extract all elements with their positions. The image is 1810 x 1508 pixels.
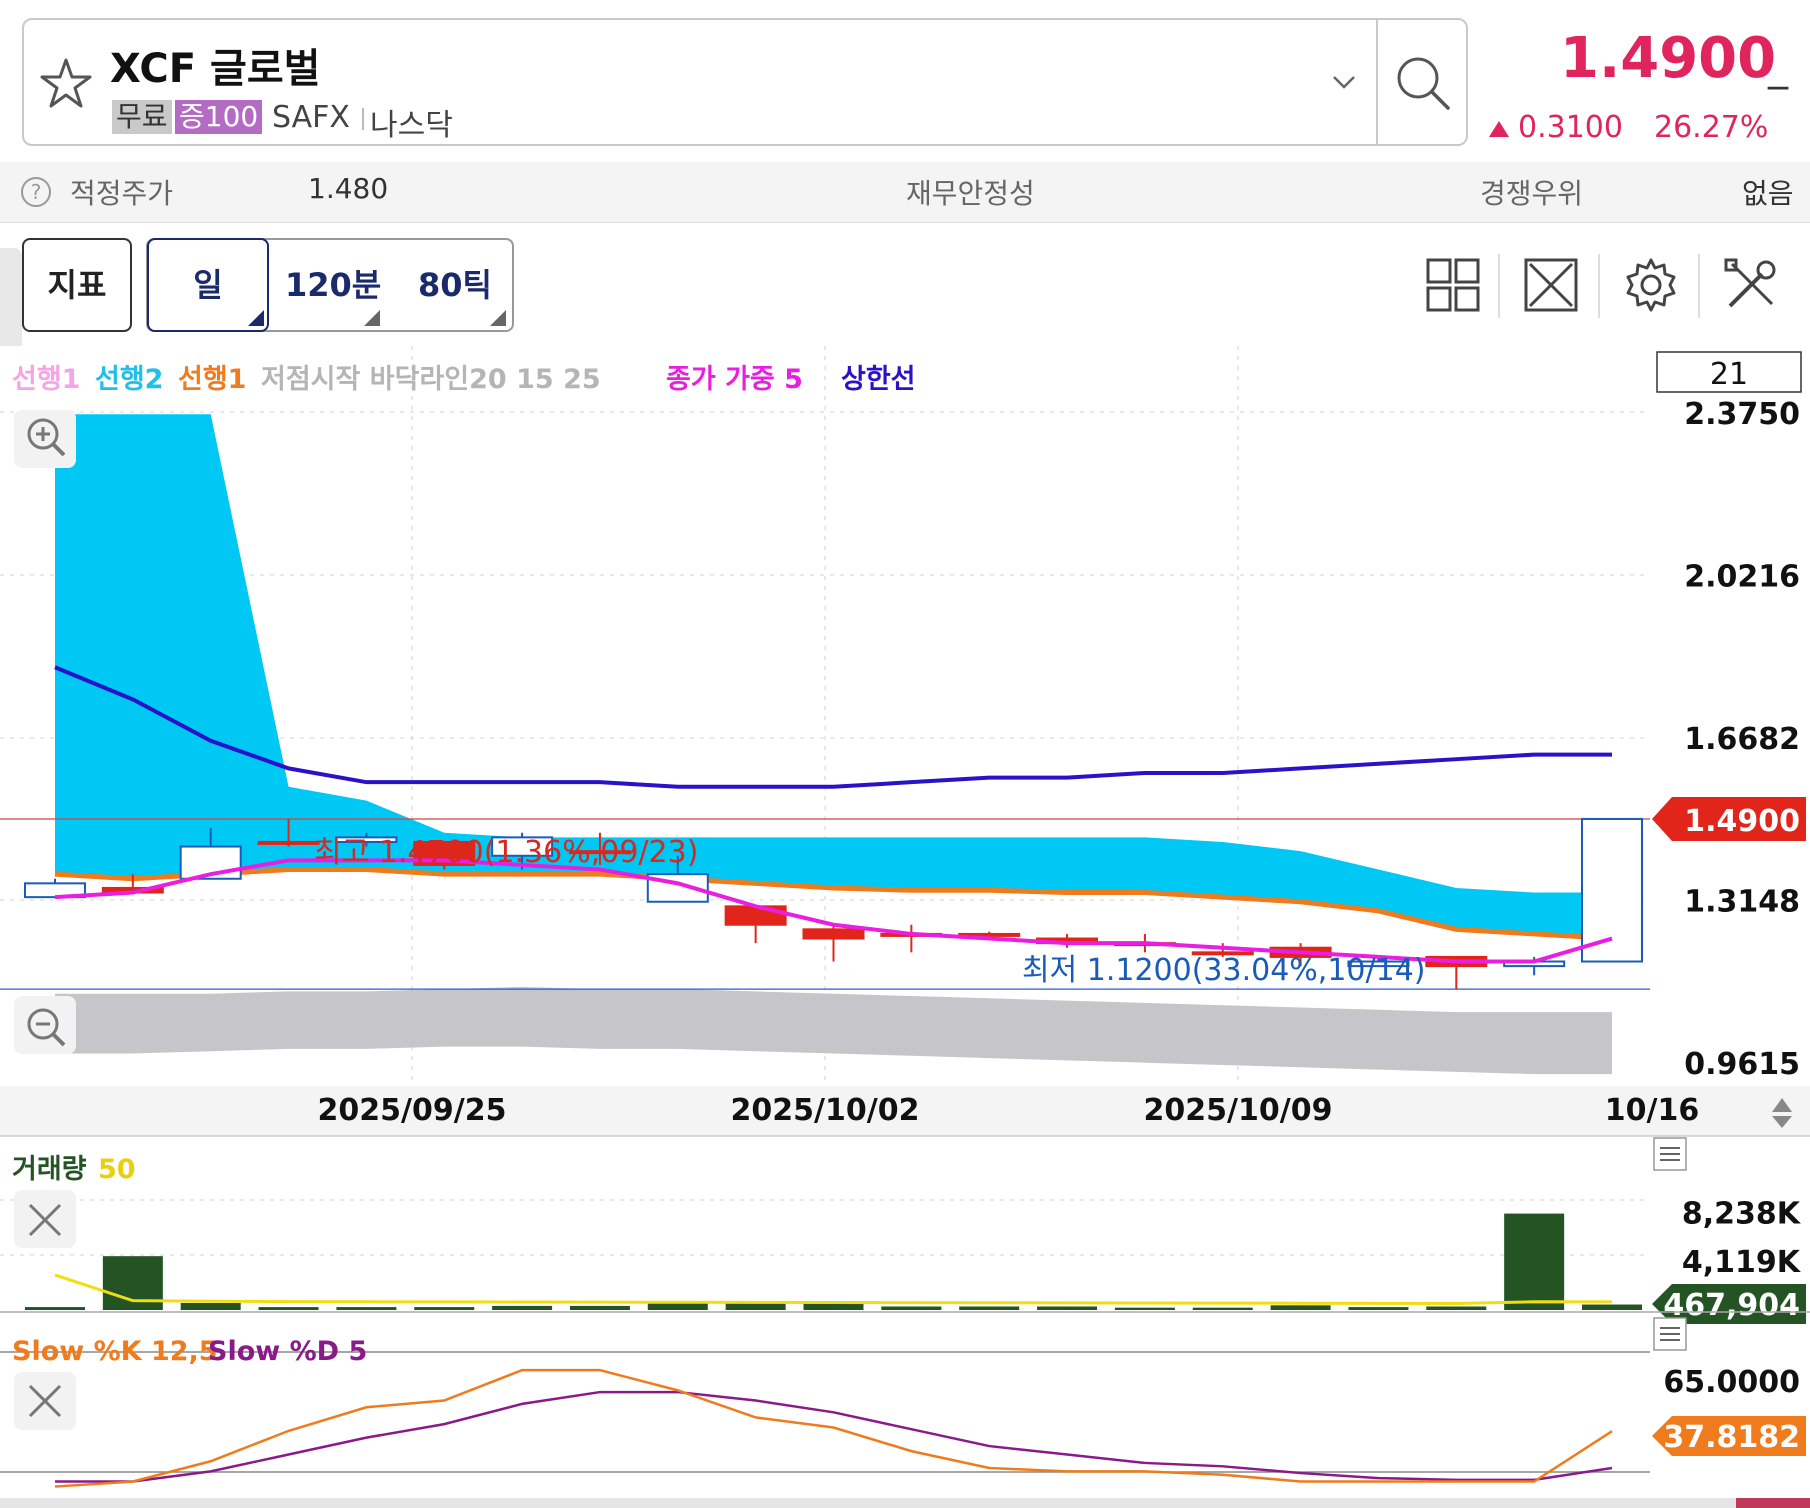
fair-price-value: 1.480 — [308, 172, 389, 205]
current-price-tag-label: 1.4900 — [1684, 804, 1800, 839]
fullscreen-icon[interactable] — [1522, 256, 1580, 314]
volume-bar — [1348, 1307, 1409, 1310]
volume-bar — [336, 1307, 397, 1310]
legend-item: 선행2 — [95, 364, 163, 395]
slow-d-title: Slow %D 5 — [208, 1336, 367, 1367]
indicator-button[interactable]: 지표 — [22, 238, 132, 332]
volume-axis-tick: 8,238K — [1682, 1197, 1802, 1232]
corner-marker — [490, 310, 506, 326]
price-change: 0.3100 — [1518, 110, 1623, 145]
volume-axis-tick: 4,119K — [1682, 1245, 1802, 1280]
volume-bar — [1270, 1305, 1331, 1310]
price-axis-tick: 2.0216 — [1684, 560, 1800, 595]
search-icon[interactable] — [1392, 52, 1454, 114]
divider — [362, 108, 364, 130]
stoch-axis-tick: 65.0000 — [1663, 1365, 1800, 1400]
high-annotation: 최고 1.4700(1.36%,09/23) — [314, 835, 698, 870]
date-axis-tick: 2025/10/09 — [1144, 1093, 1333, 1128]
corner-marker — [364, 310, 380, 326]
price-change-pct: 26.27% — [1654, 110, 1769, 145]
slow-k-title: Slow %K 12,5 — [12, 1336, 218, 1367]
divider — [1598, 254, 1600, 318]
volume-ma-label: 50 — [98, 1154, 136, 1185]
competitive-advantage-value: 없음 — [1742, 177, 1794, 210]
volume-bar — [414, 1307, 475, 1310]
price-axis-tick: 2.3750 — [1684, 397, 1800, 432]
volume-title: 거래량 — [12, 1154, 87, 1185]
market-name: 나스닥 — [370, 108, 453, 143]
stock-name: XCF 글로벌 — [110, 46, 321, 92]
low-annotation: 최저 1.1200(33.04%,10/14) — [1022, 953, 1426, 988]
volume-bar — [492, 1305, 553, 1310]
stoch-current-label: 37.8182 — [1663, 1420, 1800, 1455]
favorite-star-icon[interactable] — [38, 56, 94, 112]
candle-body — [724, 905, 787, 926]
volume-bar — [569, 1305, 630, 1310]
volume-bar — [180, 1302, 241, 1310]
financial-stability-label[interactable]: 재무안정성 — [906, 172, 1035, 212]
candle-body — [802, 928, 865, 940]
date-axis-tick: 10/16 — [1605, 1093, 1699, 1128]
legend-item: 상한선 — [841, 364, 916, 395]
legend-item: 저점시작 바닥라인20 15 25 — [261, 364, 601, 395]
corner-marker — [248, 310, 264, 326]
tools-icon[interactable] — [1722, 256, 1780, 314]
price-axis-tick: 1.6682 — [1684, 722, 1800, 757]
volume-bar — [1426, 1306, 1487, 1310]
slow-k-line — [54, 1368, 1613, 1488]
legend-item: 종가 가중 5 — [666, 364, 803, 395]
volume-bar — [1582, 1304, 1642, 1310]
side-drawer-handle[interactable] — [0, 248, 22, 358]
bottom-scrollbar-thumb — [1736, 1498, 1810, 1508]
candle-body — [257, 840, 320, 845]
settings-gear-icon[interactable] — [1622, 256, 1680, 314]
fair-price-label: 적정주가 — [70, 177, 174, 210]
price-axis-tick: 1.3148 — [1684, 885, 1800, 920]
exchange-code: SAFX — [272, 100, 350, 135]
divider — [1376, 18, 1378, 146]
date-axis-tick: 2025/10/02 — [731, 1093, 920, 1128]
volume-bar — [959, 1306, 1020, 1310]
bottom-scrollbar-track — [0, 1498, 1810, 1508]
volume-bar — [1192, 1307, 1253, 1310]
margin-tag: 증100 — [175, 100, 263, 134]
volume-bar — [258, 1307, 319, 1310]
volume-bar — [1504, 1213, 1565, 1310]
period-80tick-button[interactable]: 80틱 — [418, 238, 492, 332]
volume-bar — [725, 1302, 786, 1310]
price-chart[interactable]: 최고 1.4700(1.36%,09/23) 최저 1.1200(33.04%,1… — [0, 346, 1810, 1508]
divider — [1698, 254, 1700, 318]
competitive-advantage-label[interactable]: 경쟁우위 — [1480, 172, 1583, 212]
legend-item: 선행1 — [12, 364, 80, 395]
count-value: 21 — [1710, 357, 1748, 392]
help-icon[interactable]: ? — [20, 176, 52, 208]
volume-bar — [1114, 1307, 1175, 1310]
layout-grid-icon[interactable] — [1424, 256, 1482, 314]
volume-bar — [25, 1307, 85, 1310]
volume-bar — [647, 1302, 708, 1310]
date-axis-tick: 2025/09/25 — [318, 1093, 507, 1128]
divider — [1498, 254, 1500, 318]
up-triangle-icon — [1489, 121, 1509, 137]
volume-bar — [1037, 1306, 1098, 1310]
price-suffix: _ — [1768, 44, 1788, 90]
svg-text:?: ? — [31, 180, 42, 204]
slow-d-line — [55, 1390, 1613, 1483]
current-price: 1.4900 — [1560, 26, 1777, 91]
volume-bar — [881, 1306, 942, 1310]
legend-item: 선행1 — [178, 364, 246, 395]
price-axis-bg — [1650, 346, 1810, 1086]
price-axis-tick: 0.9615 — [1684, 1047, 1800, 1082]
chevron-down-icon[interactable] — [1330, 68, 1358, 96]
volume-ma-line — [54, 1273, 1613, 1305]
free-tag: 무료 — [112, 100, 172, 134]
